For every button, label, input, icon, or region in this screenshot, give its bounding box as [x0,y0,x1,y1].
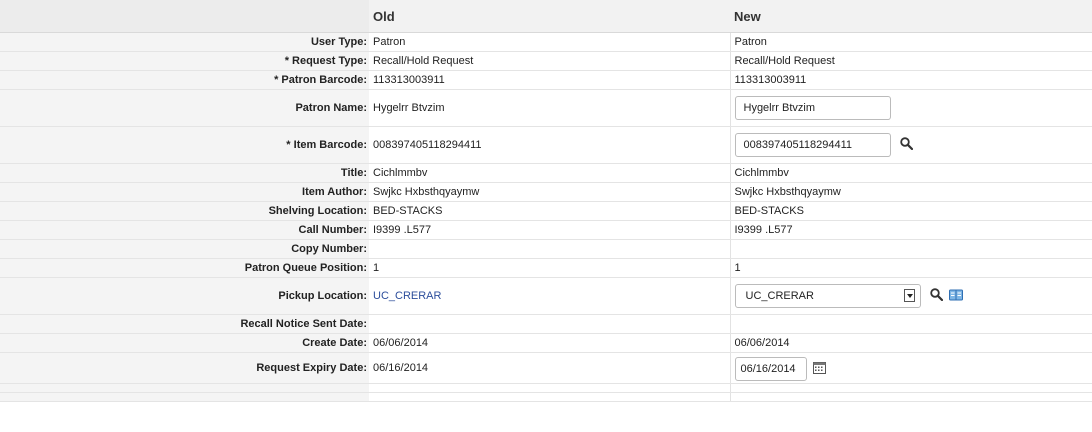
row-patron-queue-position: Patron Queue Position: 1 1 [0,258,1092,278]
row-call-number: Call Number: I9399 .L577 I9399 .L577 [0,220,1092,240]
new-value [730,314,1092,334]
row-copy-number: Copy Number: [0,239,1092,259]
header-new: New [730,0,1092,33]
patron-name-input[interactable]: Hygelrr Btvzim [734,96,891,120]
spacer-row [0,392,1092,402]
new-value: Cichlmmbv [730,163,1092,183]
field-label: Call Number: [0,220,369,240]
field-label: Patron Queue Position: [0,258,369,278]
field-label: Shelving Location: [0,201,369,221]
book-icon[interactable] [948,289,963,304]
field-label: User Type: [0,32,369,52]
old-value: 06/16/2014 [369,352,731,384]
row-patron-name: Patron Name: Hygelrr Btvzim Hygelrr Btvz… [0,89,1092,127]
row-recall-notice-sent-date: Recall Notice Sent Date: [0,314,1092,334]
chevron-down-icon[interactable] [903,289,915,302]
old-value: Cichlmmbv [369,163,731,183]
old-value [369,239,731,259]
new-value: 06/06/2014 [730,333,1092,353]
old-value-link[interactable]: UC_CRERAR [369,277,731,315]
old-value: 06/06/2014 [369,333,731,353]
search-icon[interactable] [929,288,943,304]
header-row: Old New [0,0,1092,33]
header-label [0,0,369,33]
field-label: Title: [0,163,369,183]
new-value: 1 [730,258,1092,278]
old-value: Patron [369,32,731,52]
old-value: BED-STACKS [369,201,731,221]
field-label: Copy Number: [0,239,369,259]
request-comparison-table: Old New User Type: Patron Patron * Reque… [0,0,1092,402]
row-title: Title: Cichlmmbv Cichlmmbv [0,163,1092,183]
new-value: BED-STACKS [730,201,1092,221]
new-value: Patron [730,32,1092,52]
new-value: Swjkc Hxbsthqyaymw [730,182,1092,202]
field-label: Create Date: [0,333,369,353]
old-value: 1 [369,258,731,278]
new-value: I9399 .L577 [730,220,1092,240]
row-pickup-location: Pickup Location: UC_CRERAR UC_CRERAR [0,277,1092,315]
row-shelving-location: Shelving Location: BED-STACKS BED-STACKS [0,201,1092,221]
old-value [369,314,731,334]
calendar-icon[interactable] [812,361,826,377]
new-value: 113313003911 [730,70,1092,90]
old-value: Recall/Hold Request [369,51,731,71]
field-label: Recall Notice Sent Date: [0,314,369,334]
search-icon[interactable] [899,137,913,153]
row-create-date: Create Date: 06/06/2014 06/06/2014 [0,333,1092,353]
field-label: Patron Name: [0,89,369,127]
pickup-location-select[interactable]: UC_CRERAR [734,284,921,308]
old-value: 008397405118294411 [369,126,731,164]
field-label: * Patron Barcode: [0,70,369,90]
field-label: * Request Type: [0,51,369,71]
row-request-type: * Request Type: Recall/Hold Request Reca… [0,51,1092,71]
expiry-date-input[interactable]: 06/16/2014 [734,357,807,381]
old-value: Swjkc Hxbsthqyaymw [369,182,731,202]
spacer-row [0,383,1092,393]
header-old: Old [369,0,730,33]
field-label: Pickup Location: [0,277,369,315]
old-value: 113313003911 [369,70,731,90]
row-patron-barcode: * Patron Barcode: 113313003911 113313003… [0,70,1092,90]
row-request-expiry-date: Request Expiry Date: 06/16/2014 06/16/20… [0,352,1092,384]
row-item-author: Item Author: Swjkc Hxbsthqyaymw Swjkc Hx… [0,182,1092,202]
old-value: I9399 .L577 [369,220,731,240]
field-label: Request Expiry Date: [0,352,369,384]
field-label: Item Author: [0,182,369,202]
new-value: Recall/Hold Request [730,51,1092,71]
item-barcode-input[interactable]: 008397405118294411 [734,133,891,157]
new-value [730,239,1092,259]
row-user-type: User Type: Patron Patron [0,32,1092,52]
field-label: * Item Barcode: [0,126,369,164]
pickup-location-selected: UC_CRERAR [745,290,814,302]
row-item-barcode: * Item Barcode: 008397405118294411 00839… [0,126,1092,164]
old-value: Hygelrr Btvzim [369,89,731,127]
